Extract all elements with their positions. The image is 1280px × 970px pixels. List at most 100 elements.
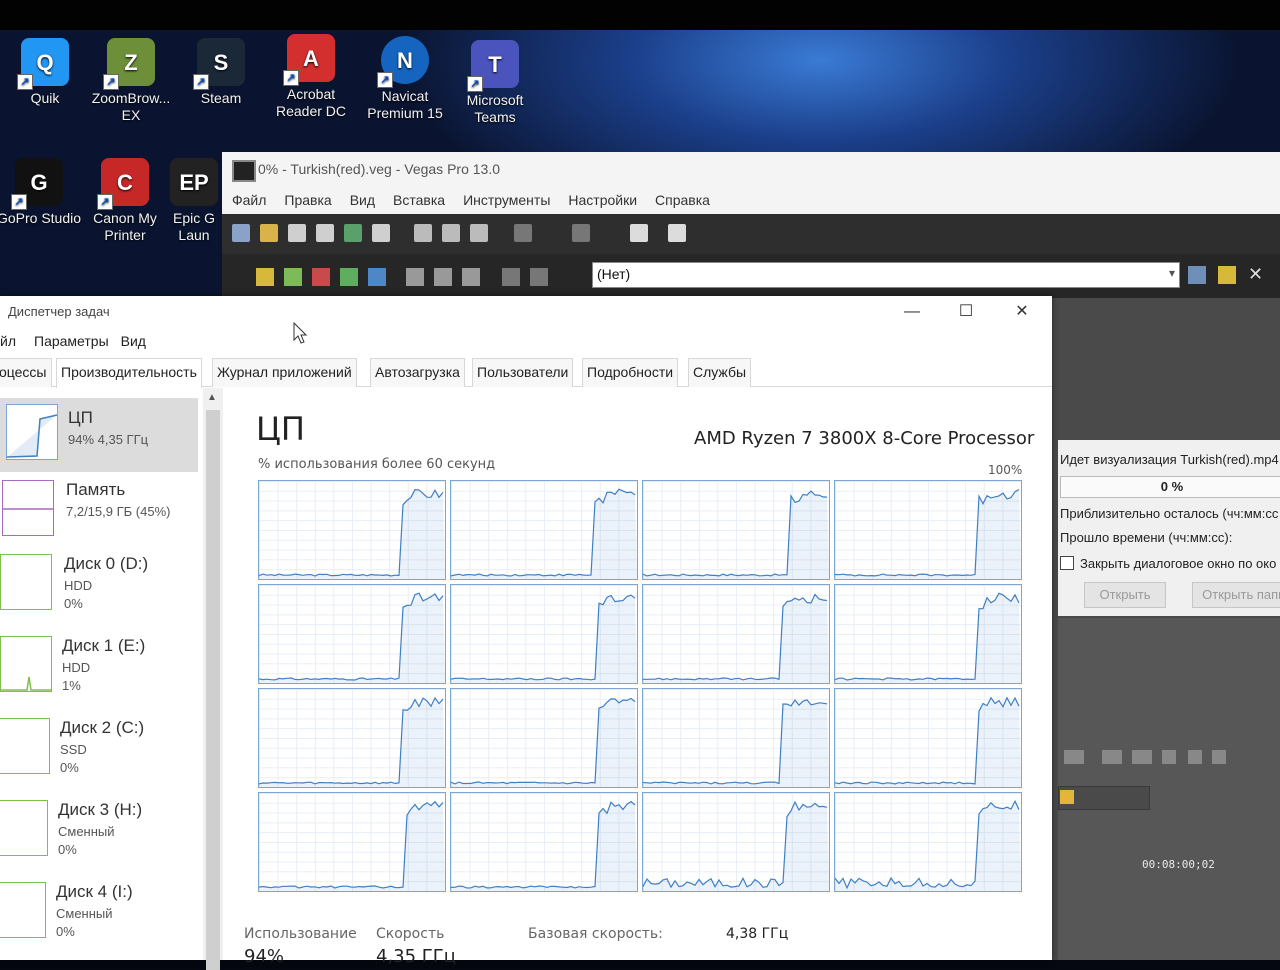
region-icon[interactable] bbox=[1132, 750, 1152, 764]
open-folder-button[interactable]: Открыть папк bbox=[1192, 582, 1280, 608]
close-on-complete-row[interactable]: Закрыть диалоговое окно по око bbox=[1060, 556, 1276, 571]
save-icon[interactable] bbox=[288, 224, 306, 242]
redo-icon[interactable] bbox=[572, 224, 590, 242]
menu-file[interactable]: йл bbox=[0, 328, 16, 354]
tab-startup[interactable]: Автозагрузка bbox=[370, 358, 465, 387]
vegas-menu-help[interactable]: Справка bbox=[655, 186, 710, 214]
vegas-timeline-area bbox=[1058, 618, 1280, 960]
sidebar-item-disk-0[interactable]: Диск 0 (D:) HDD 0% bbox=[0, 550, 198, 624]
chevron-down-icon: ▾ bbox=[1168, 266, 1175, 280]
vegas-menu-edit[interactable]: Правка bbox=[284, 186, 331, 214]
sidebar-item-disk-1[interactable]: Диск 1 (E:) HDD 1% bbox=[0, 632, 198, 706]
sidebar-item-cpu[interactable]: ЦП 94% 4,35 ГГц bbox=[0, 398, 198, 472]
desktop-icon-steam[interactable]: S ↗ Steam bbox=[176, 38, 266, 107]
views-tool-icon[interactable] bbox=[434, 268, 452, 286]
paste-icon[interactable] bbox=[470, 224, 488, 242]
vegas-menu-insert[interactable]: Вставка bbox=[393, 186, 445, 214]
cpu-core-graph bbox=[258, 792, 446, 892]
stop-icon[interactable] bbox=[530, 268, 548, 286]
task-manager-title-bar[interactable]: Диспетчер задач — ☐ ✕ bbox=[0, 296, 1052, 328]
play-icon[interactable] bbox=[502, 268, 520, 286]
web-tool-icon[interactable] bbox=[368, 268, 386, 286]
sidebar-item-detail: 7,2/15,9 ГБ (45%) bbox=[66, 504, 171, 519]
marker-icon[interactable] bbox=[1102, 750, 1122, 764]
save-snapshot-icon[interactable] bbox=[1212, 750, 1226, 764]
cpu-core-area bbox=[643, 699, 829, 787]
auto-ripple-icon[interactable] bbox=[668, 224, 686, 242]
sidebar-item-disk-2[interactable]: Диск 2 (C:) SSD 0% bbox=[0, 714, 198, 788]
render-progress-dialog: Идет визуализация Turkish(red).mp4 0 % П… bbox=[1058, 440, 1280, 616]
record-tool-icon[interactable] bbox=[312, 268, 330, 286]
enable-snapping-icon[interactable] bbox=[630, 224, 648, 242]
vegas-menu-tools[interactable]: Инструменты bbox=[463, 186, 550, 214]
media-tool-icon[interactable] bbox=[284, 268, 302, 286]
sidebar-item-usage: 1% bbox=[62, 678, 81, 693]
copy-icon[interactable] bbox=[442, 224, 460, 242]
desktop-icon-zoombrowser[interactable]: Z ↗ ZoomBrow... EX bbox=[86, 38, 176, 124]
envelope-tool-icon[interactable] bbox=[1188, 750, 1202, 764]
preset-combo-value: (Нет) bbox=[597, 266, 631, 282]
edit-tool-icon[interactable] bbox=[1162, 750, 1176, 764]
cut-icon[interactable] bbox=[414, 224, 432, 242]
cpu-core-area bbox=[835, 697, 1021, 787]
loop-icon[interactable] bbox=[1064, 750, 1084, 764]
refresh-tool-icon[interactable] bbox=[340, 268, 358, 286]
shortcut-arrow-icon: ↗ bbox=[377, 72, 393, 88]
sidebar-item-type: SSD bbox=[60, 742, 87, 757]
desktop-icon-acrobat[interactable]: A ↗ Acrobat Reader DC bbox=[266, 34, 356, 120]
cpu-core-trace bbox=[835, 696, 1021, 787]
tab-processes[interactable]: оцессы bbox=[0, 358, 52, 387]
close-on-complete-checkbox[interactable] bbox=[1060, 556, 1074, 570]
preset-combo[interactable]: (Нет) ▾ bbox=[592, 262, 1180, 288]
fx-icon[interactable] bbox=[1218, 266, 1236, 284]
sidebar-item-usage: 0% bbox=[64, 596, 83, 611]
minimize-button[interactable]: — bbox=[892, 300, 932, 324]
desktop-icon-quik[interactable]: Q ↗ Quik bbox=[0, 38, 90, 107]
disk-sparkline bbox=[0, 636, 52, 692]
sidebar-item-disk-4[interactable]: Диск 4 (I:) Сменный 0% bbox=[0, 878, 198, 952]
desktop-icon-epic-games[interactable]: EP Epic G Laun bbox=[164, 158, 224, 244]
tab-users[interactable]: Пользователи bbox=[472, 358, 574, 387]
delete-tool-icon[interactable] bbox=[406, 268, 424, 286]
save-as-icon[interactable] bbox=[316, 224, 334, 242]
desktop-icon-gopro[interactable]: G ↗ GoPro Studio bbox=[0, 158, 84, 227]
vegas-menu-options[interactable]: Настройки bbox=[568, 186, 637, 214]
cpu-core-trace bbox=[643, 800, 829, 891]
undo-icon[interactable] bbox=[514, 224, 532, 242]
menu-options[interactable]: Параметры bbox=[34, 328, 109, 354]
scroll-up-icon[interactable]: ▲ bbox=[207, 392, 217, 403]
tab-details[interactable]: Подробности bbox=[582, 358, 679, 387]
tab-services[interactable]: Службы bbox=[688, 358, 752, 387]
sidebar-scrollbar[interactable]: ▲ bbox=[203, 388, 223, 970]
tab-app-history[interactable]: Журнал приложений bbox=[212, 358, 357, 387]
close-button[interactable]: ✕ bbox=[1002, 300, 1042, 324]
cpu-core-area bbox=[835, 489, 1021, 579]
tab-performance[interactable]: Производительность bbox=[56, 358, 202, 388]
properties-icon[interactable] bbox=[372, 224, 390, 242]
scrollbar-thumb[interactable] bbox=[206, 410, 220, 970]
explorer-tool-icon[interactable] bbox=[256, 268, 274, 286]
move-tool-icon[interactable] bbox=[462, 268, 480, 286]
plugin-chooser-icon[interactable] bbox=[1188, 266, 1206, 284]
maximize-button[interactable]: ☐ bbox=[946, 300, 986, 324]
canon-printer-icon: C ↗ bbox=[97, 158, 149, 210]
desktop-icon-navicat[interactable]: N ↗ Navicat Premium 15 bbox=[360, 36, 450, 122]
cpu-core-area bbox=[643, 491, 829, 579]
vegas-menu-view[interactable]: Вид bbox=[350, 186, 375, 214]
close-icon[interactable]: ✕ bbox=[1248, 264, 1263, 285]
vegas-menu-file[interactable]: Файл bbox=[232, 186, 266, 214]
sidebar-item-disk-3[interactable]: Диск 3 (H:) Сменный 0% bbox=[0, 796, 198, 870]
cpu-core-graph bbox=[258, 584, 446, 684]
gopro-icon: G ↗ bbox=[11, 158, 63, 210]
desktop-icon-canon-printer[interactable]: C ↗ Canon My Printer bbox=[80, 158, 170, 244]
sidebar-item-memory[interactable]: Память 7,2/15,9 ГБ (45%) bbox=[0, 474, 198, 548]
cpu-core-area bbox=[835, 593, 1021, 683]
menu-view[interactable]: Вид bbox=[121, 328, 146, 354]
render-as-icon[interactable] bbox=[344, 224, 362, 242]
desktop-icon-teams[interactable]: T ↗ Microsoft Teams bbox=[450, 40, 540, 126]
open-folder-icon[interactable] bbox=[260, 224, 278, 242]
vegas-title-bar[interactable]: 0% - Turkish(red).veg - Vegas Pro 13.0 bbox=[222, 152, 1280, 187]
new-project-icon[interactable] bbox=[232, 224, 250, 242]
cpu-core-graph bbox=[258, 480, 446, 580]
open-button[interactable]: Открыть bbox=[1084, 582, 1166, 608]
